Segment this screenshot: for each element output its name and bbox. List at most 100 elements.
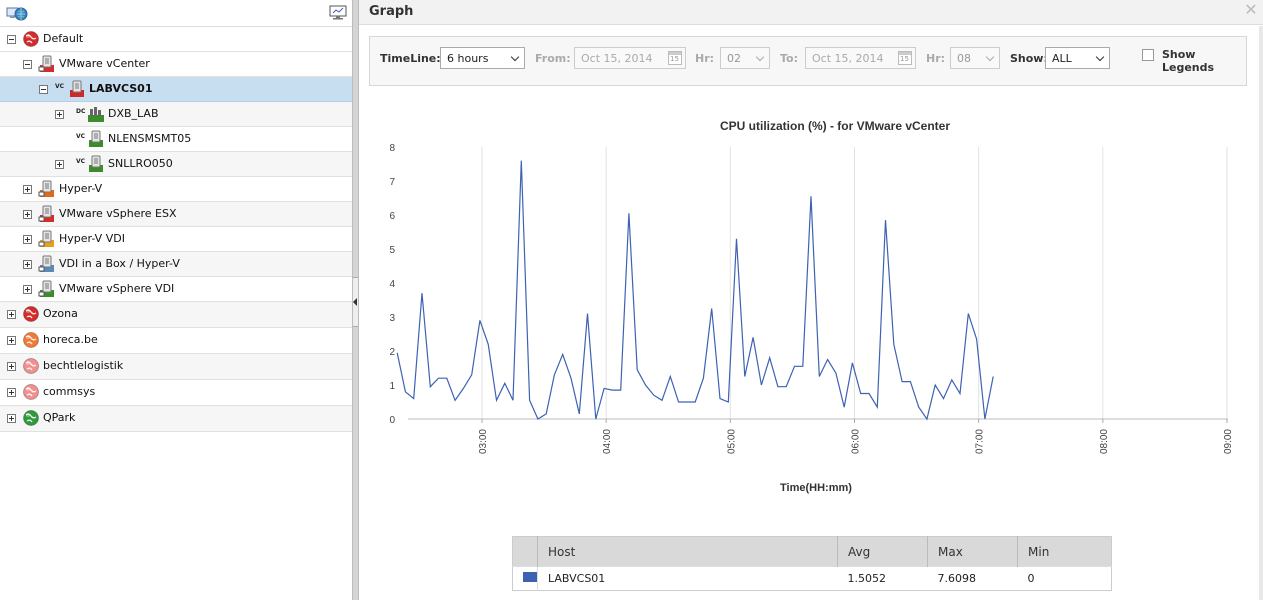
to-label: To: xyxy=(780,52,798,65)
tree-item[interactable]: VMware vSphere ESX xyxy=(0,202,352,227)
x-tick-label: 09:00 xyxy=(1223,429,1234,454)
to-hour-label: Hr: xyxy=(926,52,946,65)
tree-item-label: Ozona xyxy=(43,307,78,320)
expand-icon[interactable] xyxy=(7,336,16,345)
network-globe-icon[interactable] xyxy=(6,5,28,21)
expand-icon[interactable] xyxy=(23,210,32,219)
tree-item[interactable]: Default xyxy=(0,27,352,52)
hyperv-server-icon xyxy=(38,180,56,198)
calendar-icon[interactable]: 15 xyxy=(898,51,912,65)
vsphere-vdi-server-icon xyxy=(38,280,56,298)
series-color-cell xyxy=(512,566,538,591)
graph-filter-toolbar: TimeLine: 6 hours From: Oct 15, 2014 15 … xyxy=(369,36,1247,86)
tree-item-label: Hyper-V xyxy=(59,182,103,195)
table-header-min: Min xyxy=(1017,536,1112,567)
tree-item[interactable]: Ozona xyxy=(0,302,352,328)
chevron-down-icon xyxy=(510,52,520,62)
show-select[interactable]: ALL xyxy=(1045,47,1110,69)
tree-item[interactable]: VC LABVCS01 xyxy=(0,77,352,102)
from-hour-value: 02 xyxy=(727,52,741,65)
from-date-field[interactable]: Oct 15, 2014 15 xyxy=(574,47,686,69)
y-tick-label: 3 xyxy=(389,313,395,324)
tree-item-label: SNLLRO050 xyxy=(108,157,173,170)
expand-icon[interactable] xyxy=(23,260,32,269)
collapse-left-icon[interactable] xyxy=(353,277,358,327)
table-row[interactable]: LABVCS01 1.5052 7.6098 0 xyxy=(512,566,1112,591)
tree-item[interactable]: VDI in a Box / Hyper-V xyxy=(0,252,352,277)
expand-icon[interactable] xyxy=(7,362,16,371)
expand-icon[interactable] xyxy=(7,388,16,397)
timeline-select-value: 6 hours xyxy=(447,52,489,65)
vdi-box-server-icon xyxy=(38,255,56,273)
y-tick-label: 0 xyxy=(389,415,395,426)
expand-icon[interactable] xyxy=(7,414,16,423)
from-label: From: xyxy=(535,52,571,65)
node-type-tag: DC xyxy=(76,108,86,115)
vdi-server-icon xyxy=(38,230,56,248)
expand-icon[interactable] xyxy=(7,310,16,319)
x-tick-label: 05:00 xyxy=(726,429,737,454)
collapse-icon[interactable] xyxy=(7,35,16,44)
pink-globe-icon xyxy=(22,383,40,401)
tree-item-label: Hyper-V VDI xyxy=(59,232,125,245)
x-tick-label: 06:00 xyxy=(851,429,862,454)
tree-item[interactable]: QPark xyxy=(0,406,352,432)
x-tick-label: 07:00 xyxy=(975,429,986,454)
chevron-down-icon xyxy=(755,52,765,62)
to-hour-select[interactable]: 08 xyxy=(950,47,1000,69)
chevron-down-icon xyxy=(1095,52,1105,62)
x-tick-label: 03:00 xyxy=(478,429,489,454)
tree-item-label: LABVCS01 xyxy=(89,82,153,95)
tree-item[interactable]: VMware vCenter xyxy=(0,52,352,77)
expand-icon[interactable] xyxy=(23,285,32,294)
cpu-utilization-chart: CPU utilization (%) - for VMware vCenter… xyxy=(389,119,1234,494)
to-date-field[interactable]: Oct 15, 2014 15 xyxy=(805,47,916,69)
tree-item[interactable]: VC NLENSMSMT05 xyxy=(0,127,352,152)
close-icon[interactable]: ✕ xyxy=(1244,2,1258,18)
red-globe-icon xyxy=(22,305,40,323)
graph-header: Graph ✕ xyxy=(359,0,1263,25)
expand-icon[interactable] xyxy=(55,110,64,119)
timeline-select[interactable]: 6 hours xyxy=(440,47,525,69)
app-window: Default VMware vCenter VC LABVCS01 DC DXB_LAB… xyxy=(0,0,1263,600)
show-legends-label[interactable]: Show Legends xyxy=(1162,48,1246,74)
monitor-icon[interactable] xyxy=(329,5,349,21)
show-legends-checkbox[interactable] xyxy=(1142,49,1154,61)
collapse-icon[interactable] xyxy=(23,60,32,69)
tree-item[interactable]: VC SNLLRO050 xyxy=(0,152,352,177)
x-tick-label: 04:00 xyxy=(602,429,613,454)
tree-item[interactable]: DC DXB_LAB xyxy=(0,102,352,127)
tree-item[interactable]: horeca.be xyxy=(0,328,352,354)
to-hour-value: 08 xyxy=(957,52,971,65)
server-icon xyxy=(87,155,105,173)
host-stats-table: Host Avg Max Min LABVCS01 1.5052 7.6098 … xyxy=(512,536,1112,591)
tree-item[interactable]: commsys xyxy=(0,380,352,406)
tree-item[interactable]: Hyper-V xyxy=(0,177,352,202)
y-tick-label: 7 xyxy=(389,177,395,188)
expand-icon[interactable] xyxy=(55,160,64,169)
tree-item-label: VMware vCenter xyxy=(59,57,150,70)
tree-item-label: commsys xyxy=(43,385,96,398)
tree-item[interactable]: Hyper-V VDI xyxy=(0,227,352,252)
scrollbar[interactable] xyxy=(1259,26,1263,600)
from-hour-select[interactable]: 02 xyxy=(720,47,770,69)
pink-globe-icon xyxy=(22,357,40,375)
tree-item[interactable]: bechtlelogistik xyxy=(0,354,352,380)
server-icon xyxy=(68,80,86,98)
calendar-icon[interactable]: 15 xyxy=(668,51,682,65)
panel-splitter[interactable] xyxy=(352,0,359,600)
expand-icon[interactable] xyxy=(23,185,32,194)
expand-icon[interactable] xyxy=(23,235,32,244)
tree-item[interactable]: VMware vSphere VDI xyxy=(0,277,352,302)
tree-item-label: VDI in a Box / Hyper-V xyxy=(59,257,180,270)
node-type-tag: VC xyxy=(76,133,86,140)
chevron-down-icon xyxy=(985,52,995,62)
collapse-icon[interactable] xyxy=(39,85,48,94)
table-header-host: Host xyxy=(537,536,838,567)
tree-toolbar xyxy=(0,0,352,27)
host-cell: LABVCS01 xyxy=(537,566,838,591)
y-tick-label: 8 xyxy=(389,143,395,154)
tree-item-label: NLENSMSMT05 xyxy=(108,132,192,145)
red-globe-icon xyxy=(22,30,40,48)
tree-item-label: DXB_LAB xyxy=(108,107,159,120)
